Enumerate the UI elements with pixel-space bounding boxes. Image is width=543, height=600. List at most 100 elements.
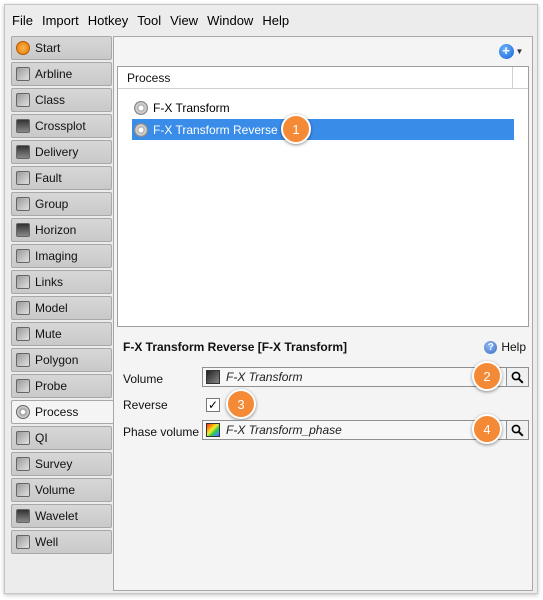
sidebar-item-delivery[interactable]: Delivery <box>11 140 112 164</box>
sidebar: Start Arbline Class Crossplot Delivery F… <box>11 36 114 559</box>
sidebar-item-arbline[interactable]: Arbline <box>11 62 112 86</box>
reverse-label: Reverse <box>123 398 168 412</box>
callout-4: 4 <box>472 414 502 444</box>
sidebar-item-survey[interactable]: Survey <box>11 452 112 476</box>
sidebar-item-label: Model <box>35 301 68 315</box>
sidebar-item-group[interactable]: Group <box>11 192 112 216</box>
start-icon <box>16 41 30 55</box>
model-icon <box>16 301 30 315</box>
crossplot-icon <box>16 119 30 133</box>
main-panel: + ▼ Process F-X Transform F-X Transform … <box>113 36 533 591</box>
gear-icon <box>134 100 148 115</box>
sidebar-item-label: Process <box>35 405 79 419</box>
add-process-button[interactable]: + ▼ <box>496 42 526 60</box>
sidebar-item-imaging[interactable]: Imaging <box>11 244 112 268</box>
sidebar-item-label: QI <box>35 431 48 445</box>
sidebar-item-label: Well <box>35 535 59 549</box>
process-list: Process F-X Transform F-X Transform Reve… <box>117 66 529 327</box>
reverse-checkbox[interactable]: ✓ <box>206 398 220 412</box>
process-row-fx-transform[interactable]: F-X Transform <box>132 97 514 118</box>
sidebar-item-label: Links <box>35 275 64 289</box>
imaging-icon <box>16 249 30 263</box>
sidebar-item-label: Survey <box>35 457 73 471</box>
class-icon <box>16 93 30 107</box>
sidebar-item-probe[interactable]: Probe <box>11 374 112 398</box>
sidebar-item-label: Imaging <box>35 249 78 263</box>
qi-icon <box>16 431 30 445</box>
sidebar-item-fault[interactable]: Fault <box>11 166 112 190</box>
sidebar-item-polygon[interactable]: Polygon <box>11 348 112 372</box>
sidebar-item-mute[interactable]: Mute <box>11 322 112 346</box>
sidebar-item-label: Probe <box>35 379 68 393</box>
sidebar-item-label: Crossplot <box>35 119 86 133</box>
survey-icon <box>16 457 30 471</box>
sidebar-item-label: Start <box>35 41 61 55</box>
sidebar-item-links[interactable]: Links <box>11 270 112 294</box>
callout-3: 3 <box>226 389 256 419</box>
volume-icon <box>206 370 220 384</box>
menu-view[interactable]: View <box>170 13 198 28</box>
volume-label: Volume <box>123 372 164 386</box>
sidebar-item-label: Polygon <box>35 353 79 367</box>
callout-1: 1 <box>281 114 311 144</box>
phase-volume-search-button[interactable] <box>506 421 528 439</box>
links-icon <box>16 275 30 289</box>
sidebar-item-label: Arbline <box>35 67 73 81</box>
volume-search-button[interactable] <box>506 368 528 386</box>
phase-volume-value: F-X Transform_phase <box>226 423 342 437</box>
sidebar-item-qi[interactable]: QI <box>11 426 112 450</box>
sidebar-item-start[interactable]: Start <box>11 36 112 60</box>
callout-2: 2 <box>472 361 502 391</box>
horizon-icon <box>16 223 30 237</box>
sidebar-item-horizon[interactable]: Horizon <box>11 218 112 242</box>
chevron-down-icon: ▼ <box>515 46 524 56</box>
polygon-icon <box>16 353 30 367</box>
volume-icon <box>16 483 30 497</box>
process-row-label: F-X Transform Reverse <box>153 122 278 137</box>
gear-icon <box>134 122 148 137</box>
sidebar-item-well[interactable]: Well <box>11 530 112 554</box>
volume-value: F-X Transform <box>226 370 303 384</box>
menu-bar: File Import Hotkey Tool View Window Help <box>5 5 537 35</box>
help-button[interactable]: ? Help <box>484 340 526 354</box>
wavelet-icon <box>16 509 30 523</box>
sidebar-item-label: Class <box>35 93 66 107</box>
phase-volume-label: Phase volume <box>123 425 200 439</box>
sidebar-item-volume[interactable]: Volume <box>11 478 112 502</box>
app-window: File Import Hotkey Tool View Window Help… <box>4 4 538 594</box>
sidebar-item-process[interactable]: Process <box>11 400 114 424</box>
sidebar-item-wavelet[interactable]: Wavelet <box>11 504 112 528</box>
sidebar-item-label: Horizon <box>35 223 77 237</box>
sidebar-item-crossplot[interactable]: Crossplot <box>11 114 112 138</box>
help-label: Help <box>501 340 526 354</box>
well-icon <box>16 535 30 549</box>
sidebar-item-label: Wavelet <box>35 509 78 523</box>
properties-panel: F-X Transform Reverse [F-X Transform] ? … <box>114 330 532 568</box>
probe-icon <box>16 379 30 393</box>
search-icon <box>511 424 524 437</box>
sidebar-item-label: Mute <box>35 327 62 341</box>
menu-tool[interactable]: Tool <box>137 13 161 28</box>
process-icon <box>16 405 30 419</box>
sidebar-item-label: Fault <box>35 171 62 185</box>
menu-hotkey[interactable]: Hotkey <box>88 13 128 28</box>
process-list-header: Process <box>118 66 528 89</box>
process-row-label: F-X Transform <box>153 100 230 115</box>
sidebar-item-label: Group <box>35 197 69 211</box>
menu-help[interactable]: Help <box>262 13 289 28</box>
sidebar-item-label: Volume <box>35 483 76 497</box>
menu-window[interactable]: Window <box>207 13 253 28</box>
menu-import[interactable]: Import <box>42 13 79 28</box>
sidebar-item-class[interactable]: Class <box>11 88 112 112</box>
add-icon: + <box>498 43 514 59</box>
sidebar-item-model[interactable]: Model <box>11 296 112 320</box>
fault-icon <box>16 171 30 185</box>
help-icon: ? <box>484 340 498 354</box>
process-row-fx-transform-reverse[interactable]: F-X Transform Reverse <box>132 119 514 140</box>
delivery-icon <box>16 145 30 159</box>
mute-icon <box>16 327 30 341</box>
search-icon <box>511 371 524 384</box>
group-icon <box>16 197 30 211</box>
menu-file[interactable]: File <box>12 13 33 28</box>
column-header-process[interactable]: Process <box>118 66 513 89</box>
